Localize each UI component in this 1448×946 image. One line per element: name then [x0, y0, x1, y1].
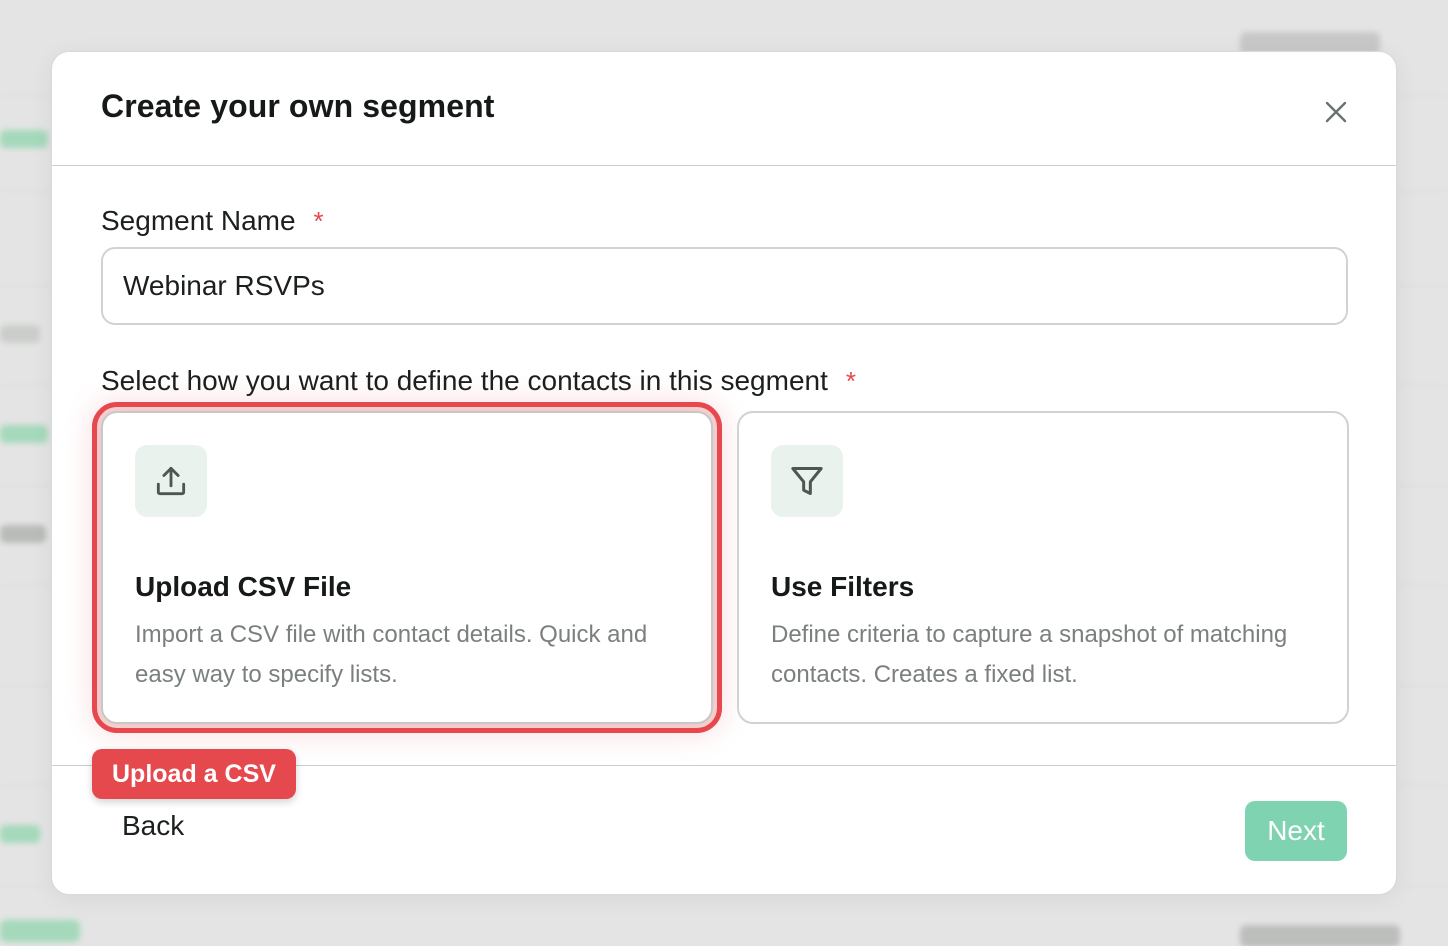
segment-name-label: Segment Name * [101, 205, 324, 237]
use-filters-option-card[interactable]: Use Filters Define criteria to capture a… [737, 411, 1349, 724]
upload-csv-description: Import a CSV file with contact details. … [135, 621, 648, 688]
next-button[interactable]: Next [1245, 801, 1347, 861]
define-contacts-label-text: Select how you want to define the contac… [101, 365, 828, 396]
use-filters-title: Use Filters [771, 571, 915, 602]
segment-name-label-text: Segment Name [101, 205, 296, 236]
modal-header: Create your own segment [52, 52, 1396, 166]
define-contacts-label: Select how you want to define the contac… [101, 365, 856, 397]
required-asterisk: * [313, 206, 324, 236]
back-button[interactable]: Back [122, 810, 184, 842]
modal-title: Create your own segment [101, 88, 495, 124]
upload-csv-title: Upload CSV File [135, 571, 352, 602]
upload-csv-option-card[interactable]: Upload CSV File Import a CSV file with c… [92, 402, 722, 733]
required-asterisk: * [845, 366, 856, 396]
upload-csv-callout: Upload a CSV [92, 749, 296, 799]
use-filters-description: Define criteria to capture a snapshot of… [771, 621, 1288, 688]
close-icon [1325, 101, 1347, 128]
upload-icon [135, 445, 207, 517]
close-button[interactable] [1318, 96, 1354, 132]
segment-name-input[interactable] [101, 247, 1348, 325]
filter-icon [771, 445, 843, 517]
